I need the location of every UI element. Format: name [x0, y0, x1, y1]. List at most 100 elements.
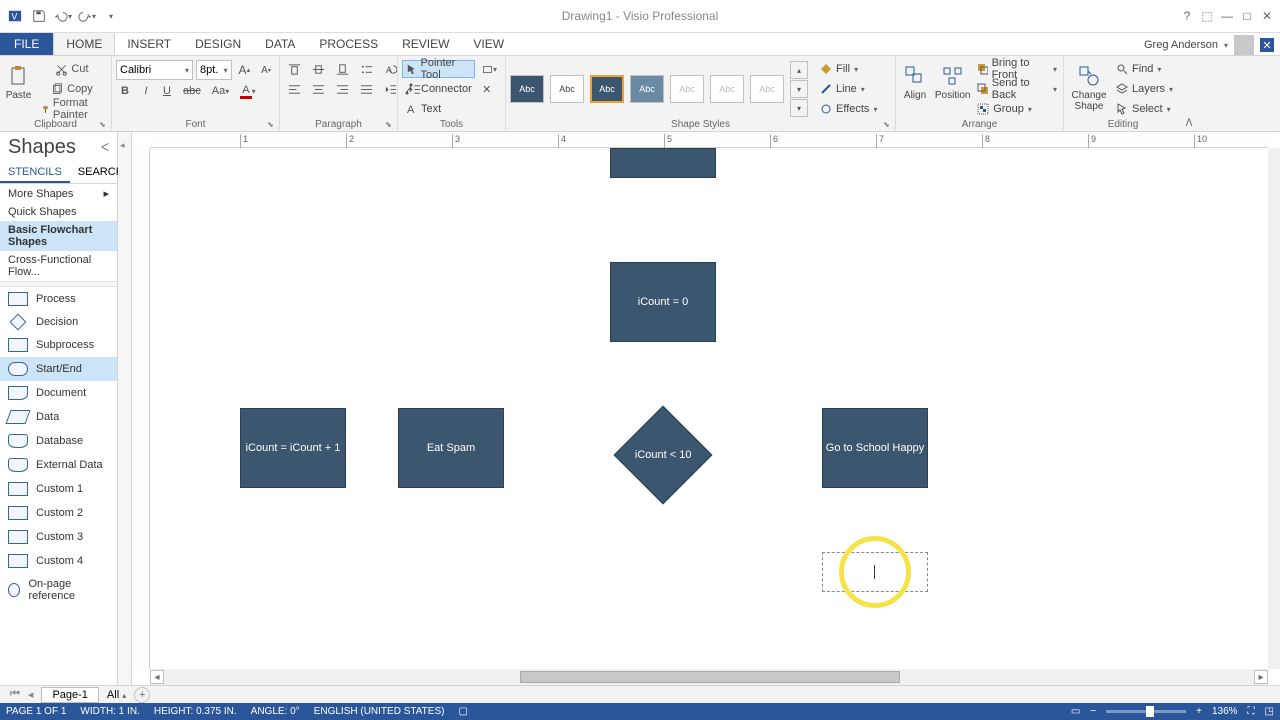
italic-icon[interactable]: I	[137, 82, 155, 100]
rectangle-tool-icon[interactable]: ▾	[478, 60, 501, 78]
bring-to-front-button[interactable]: Bring to Front▾	[975, 60, 1059, 78]
align-center-icon[interactable]	[308, 80, 329, 98]
guide-chevron-icon[interactable]: ◂	[120, 140, 125, 151]
font-size-combo[interactable]: 8pt.▾	[196, 60, 232, 80]
fit-page-icon[interactable]: ⛶	[1248, 706, 1255, 717]
format-painter-button[interactable]: Format Painter	[37, 100, 107, 118]
align-left-icon[interactable]	[284, 80, 305, 98]
shape-custom-1[interactable]: Custom 1	[0, 477, 117, 501]
fill-button[interactable]: Fill▾	[818, 60, 879, 78]
style-swatch-5[interactable]: Abc	[670, 75, 704, 103]
close-document-icon[interactable]: ✕	[1260, 38, 1274, 52]
styles-more-icon[interactable]: ▾	[790, 99, 808, 117]
canvas-shape-init[interactable]: iCount = 0	[610, 262, 716, 342]
zoom-out-icon[interactable]: −	[1090, 706, 1096, 717]
connector-tool-button[interactable]: Connector	[402, 80, 475, 98]
hscroll-right-icon[interactable]: ▸	[1254, 670, 1268, 684]
shape-custom-4[interactable]: Custom 4	[0, 549, 117, 573]
save-icon[interactable]	[30, 7, 48, 25]
page-nav-prev-icon[interactable]: ◂	[28, 688, 34, 701]
shrink-font-icon[interactable]: A▾	[257, 61, 275, 79]
effects-button[interactable]: Effects▾	[818, 100, 879, 118]
collapse-pane-icon[interactable]: ᐸ	[101, 141, 109, 154]
find-button[interactable]: Find▾	[1114, 60, 1175, 78]
avatar[interactable]	[1234, 35, 1254, 55]
status-language[interactable]: ENGLISH (UNITED STATES)	[314, 706, 445, 717]
align-button[interactable]: Align	[900, 60, 930, 101]
more-shapes-item[interactable]: More Shapes▸	[0, 184, 117, 203]
shape-process[interactable]: Process	[0, 287, 117, 311]
page-tab-all[interactable]: All ▴	[107, 689, 126, 701]
add-page-button[interactable]: +	[134, 687, 150, 703]
shape-custom-2[interactable]: Custom 2	[0, 501, 117, 525]
hscroll-left-icon[interactable]: ◂	[150, 670, 164, 684]
styles-scroll-up-icon[interactable]: ▴	[790, 61, 808, 79]
tab-data[interactable]: DATA	[253, 33, 307, 55]
shape-on-page-ref[interactable]: On-page reference	[0, 573, 117, 607]
style-swatch-4[interactable]: Abc	[630, 75, 664, 103]
vertical-scrollbar[interactable]	[1268, 148, 1280, 669]
align-middle-icon[interactable]	[308, 60, 329, 78]
page-tab-1[interactable]: Page-1	[41, 687, 98, 703]
layers-button[interactable]: Layers▾	[1114, 80, 1175, 98]
shape-custom-3[interactable]: Custom 3	[0, 525, 117, 549]
bullets-icon[interactable]	[356, 60, 377, 78]
tab-stencils[interactable]: STENCILS	[0, 163, 70, 183]
drawing-canvas[interactable]: iCount = 0 iCount = iCount + 1 Eat Spam …	[150, 148, 1268, 669]
ribbon-options-icon[interactable]: ⬚	[1198, 7, 1216, 25]
font-color-icon[interactable]: A▾	[236, 82, 259, 100]
close-icon[interactable]: ✕	[1258, 7, 1276, 25]
stencil-cross-functional[interactable]: Cross-Functional Flow...	[0, 251, 117, 281]
underline-icon[interactable]: U	[158, 82, 176, 100]
presentation-mode-icon[interactable]: ▭	[1071, 706, 1080, 717]
paragraph-launcher-icon[interactable]: ⬊	[385, 120, 395, 130]
grow-font-icon[interactable]: A▴	[235, 61, 254, 79]
zoom-level[interactable]: 136%	[1212, 706, 1238, 717]
style-swatch-3[interactable]: Abc	[590, 75, 624, 103]
horizontal-ruler[interactable]: 1 2 3 4 5 6 7 8 9 10	[150, 132, 1268, 148]
style-swatch-7[interactable]: Abc	[750, 75, 784, 103]
maximize-icon[interactable]: □	[1238, 7, 1256, 25]
file-tab[interactable]: FILE	[0, 33, 53, 55]
canvas-shape-top[interactable]	[610, 148, 716, 178]
vertical-ruler[interactable]	[132, 148, 150, 669]
stencil-basic-flowchart[interactable]: Basic Flowchart Shapes	[0, 221, 117, 251]
shape-data[interactable]: Data	[0, 405, 117, 429]
style-swatch-6[interactable]: Abc	[710, 75, 744, 103]
quick-shapes-item[interactable]: Quick Shapes	[0, 203, 117, 221]
page-nav-first-icon[interactable]: ⏮	[10, 688, 20, 701]
canvas-shape-condition[interactable]: iCount < 10	[614, 406, 713, 505]
tab-design[interactable]: DESIGN	[183, 33, 253, 55]
macro-record-icon[interactable]: ▢	[458, 706, 467, 717]
tab-process[interactable]: PROCESS	[307, 33, 390, 55]
align-top-icon[interactable]	[284, 60, 305, 78]
qat-customize-icon[interactable]: ▾	[102, 7, 120, 25]
zoom-slider[interactable]	[1106, 710, 1186, 713]
pan-zoom-icon[interactable]: ◳	[1265, 706, 1274, 717]
strike-icon[interactable]: abc	[179, 82, 205, 100]
tab-home[interactable]: HOME	[53, 32, 115, 55]
collapse-ribbon-icon[interactable]: ᐱ	[1186, 118, 1193, 129]
shape-decision[interactable]: Decision	[0, 311, 117, 333]
bold-icon[interactable]: B	[116, 82, 134, 100]
status-page[interactable]: PAGE 1 OF 1	[6, 706, 66, 717]
canvas-shape-eat[interactable]: Eat Spam	[398, 408, 504, 488]
tab-review[interactable]: REVIEW	[390, 33, 461, 55]
send-to-back-button[interactable]: Send to Back▾	[975, 80, 1059, 98]
change-case-icon[interactable]: Aa▾	[208, 82, 233, 100]
style-swatch-1[interactable]: Abc	[510, 75, 544, 103]
align-right-icon[interactable]	[332, 80, 353, 98]
style-swatch-2[interactable]: Abc	[550, 75, 584, 103]
zoom-in-icon[interactable]: +	[1196, 706, 1202, 717]
cut-button[interactable]: Cut	[37, 60, 107, 78]
paste-button[interactable]: Paste	[4, 60, 33, 101]
help-icon[interactable]: ?	[1178, 7, 1196, 25]
shape-start-end[interactable]: Start/End	[0, 357, 117, 381]
pointer-tool-button[interactable]: Pointer Tool	[402, 60, 475, 78]
font-family-combo[interactable]: Calibri▾	[116, 60, 193, 80]
group-button[interactable]: Group▾	[975, 100, 1059, 118]
horizontal-scrollbar[interactable]: ◂ ▸	[150, 669, 1268, 685]
undo-icon[interactable]: ▾	[54, 7, 72, 25]
position-button[interactable]: Position	[934, 60, 971, 101]
delete-connector-icon[interactable]: ✕	[478, 80, 496, 98]
